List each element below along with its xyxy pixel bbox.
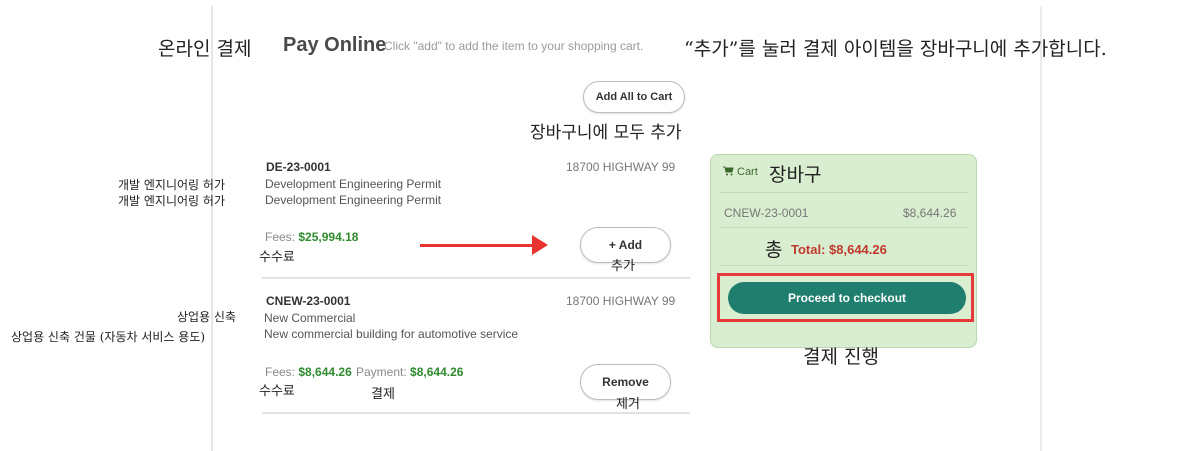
- proceed-to-checkout-button[interactable]: Proceed to checkout: [728, 282, 966, 314]
- cart-icon: [723, 166, 734, 179]
- permit-description: New commercial building for automotive s…: [264, 327, 519, 341]
- permit-id: DE-23-0001: [266, 160, 331, 174]
- permit-type-ko: 상업용 신축: [177, 310, 237, 324]
- permit-description-ko: 상업용 신축 건물 (자동차 서비스 용도): [11, 330, 206, 344]
- add-all-to-cart-button[interactable]: Add All to Cart: [583, 81, 685, 113]
- cart-title: Cart: [737, 166, 758, 178]
- fees-value: $8,644.26: [298, 365, 352, 379]
- page-hint-ko: “추가”를 눌러 결제 아이템을 장바구니에 추가합니다.: [684, 38, 1107, 60]
- permit-id: CNEW-23-0001: [266, 294, 351, 308]
- fees-label: Fees: $8,644.26: [265, 365, 352, 379]
- cart-item-id: CNEW-23-0001: [724, 206, 809, 220]
- permit-type: New Commercial: [264, 311, 356, 325]
- fees-value: $25,994.18: [298, 230, 359, 244]
- page-title: Pay Online: [283, 34, 387, 56]
- checkout-label-ko: 결제 진행: [803, 346, 879, 368]
- divider: [262, 412, 690, 414]
- divider: [262, 277, 690, 279]
- fees-label-text: Fees:: [265, 365, 296, 379]
- permit-address: 18700 HIGHWAY 99: [566, 160, 676, 174]
- payment-value: $8,644.26: [410, 365, 464, 379]
- cart-divider: [719, 227, 968, 228]
- cart-item-amount: $8,644.26: [903, 206, 957, 220]
- panel-left-border: [211, 6, 213, 451]
- payment-label-text: Payment:: [356, 365, 407, 379]
- page-hint: Click "add" to add the item to your shop…: [384, 39, 644, 53]
- arrow-indicator: [420, 244, 535, 247]
- permit-description-ko: 개발 엔지니어링 허가: [118, 194, 225, 208]
- permit-description: Development Engineering Permit: [265, 193, 442, 207]
- payment-label-ko: 결제: [371, 387, 395, 402]
- fees-label: Fees: $25,994.18: [265, 230, 358, 244]
- permit-address: 18700 HIGHWAY 99: [566, 294, 676, 308]
- fees-label-text: Fees:: [265, 230, 296, 244]
- total-label-ko: 총: [765, 239, 783, 261]
- add-button-ko: 추가: [611, 259, 635, 274]
- cart-total: Total: $8,644.26: [791, 242, 887, 257]
- payment-label: Payment: $8,644.26: [356, 365, 463, 379]
- remove-button-ko: 제거: [616, 397, 640, 412]
- panel-right-border: [1040, 6, 1042, 451]
- permit-type: Development Engineering Permit: [265, 177, 442, 191]
- fees-label-ko: 수수료: [259, 250, 295, 265]
- permit-type-ko: 개발 엔지니어링 허가: [118, 178, 225, 192]
- cart-icon-glyph: [723, 166, 734, 176]
- cart-divider: [719, 192, 968, 193]
- cart-divider: [719, 265, 968, 266]
- fees-label-ko: 수수료: [259, 384, 295, 399]
- page-title-ko: 온라인 결제: [158, 38, 252, 60]
- cart-title-ko: 장바구: [769, 164, 822, 186]
- add-all-label-ko: 장바구니에 모두 추가: [530, 123, 682, 143]
- arrow-head-icon: [532, 235, 548, 255]
